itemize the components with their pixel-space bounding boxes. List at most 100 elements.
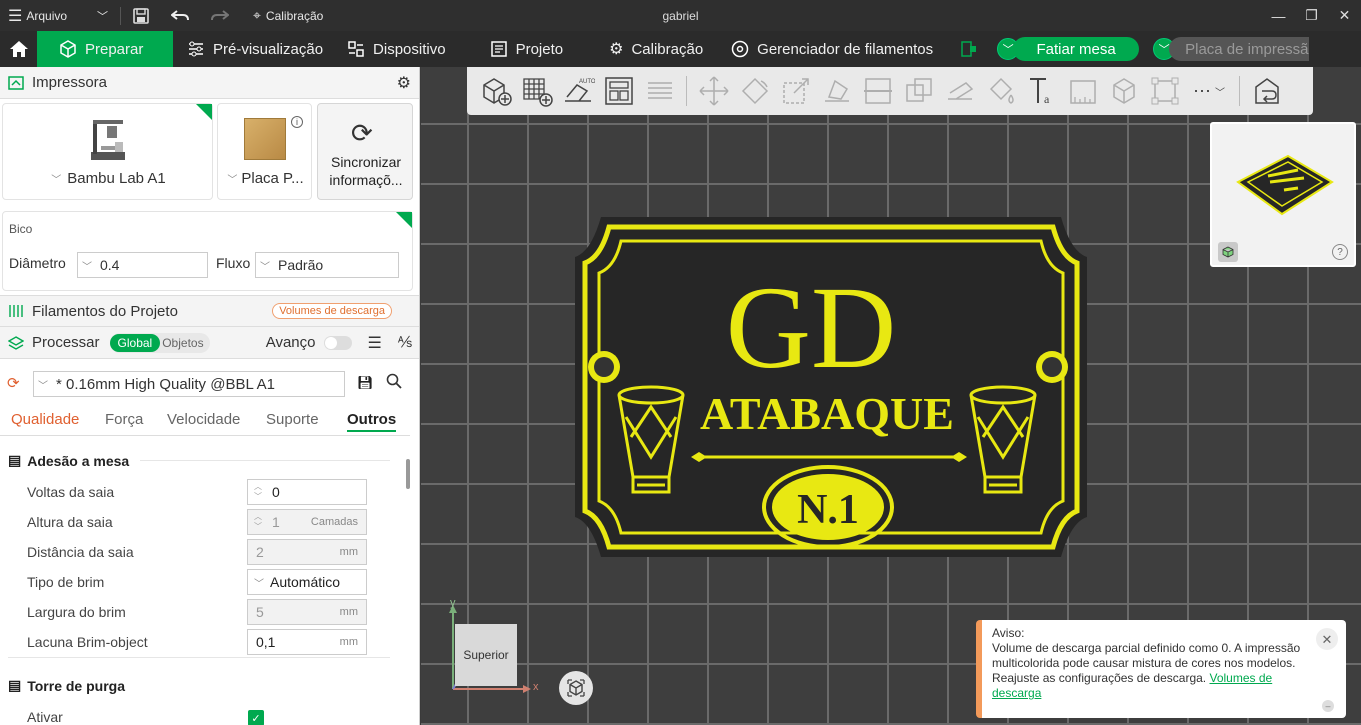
brim-width-input[interactable]: 5 mm [247, 599, 367, 625]
skirt-loops-input[interactable]: ︿ ﹀ 0 [247, 479, 367, 505]
toggle-objects[interactable]: Objetos [160, 334, 209, 352]
filament-spool-icon [731, 40, 749, 58]
tab-preview[interactable]: Pré-visualização [175, 31, 335, 67]
calibration-menu[interactable]: ⌖ Calibração [247, 0, 329, 31]
thumbnail-cube-icon[interactable] [1218, 242, 1238, 262]
project-icon [490, 41, 507, 57]
bounding-box-icon[interactable] [1144, 71, 1185, 111]
scrollbar[interactable] [406, 459, 410, 489]
calibration-label: Calibração [265, 8, 324, 23]
tab-device[interactable]: Dispositivo [335, 31, 458, 67]
assembly-icon[interactable] [1103, 71, 1144, 111]
spinner-icon[interactable]: ︿ ﹀ [248, 480, 268, 504]
boolean-icon[interactable] [898, 71, 939, 111]
filaments-section-header[interactable]: Filamentos do Projeto Volumes de descarg… [0, 295, 419, 327]
printer-select[interactable]: ﹀ Bambu Lab A1 [3, 170, 214, 187]
close-icon[interactable]: ✕ [1316, 628, 1338, 650]
plate-thumbnail[interactable]: ? [1210, 122, 1356, 267]
measure-icon[interactable] [1062, 71, 1103, 111]
print-plate-button[interactable]: Placa de impressão [1169, 37, 1310, 61]
enable-checkbox[interactable]: ✓ [248, 710, 264, 725]
color-paint-icon[interactable] [980, 71, 1021, 111]
model-text-gd: GD [726, 262, 896, 393]
flow-select[interactable]: ﹀ Padrão [255, 252, 399, 278]
advanced-switch[interactable] [323, 335, 352, 350]
redo-icon[interactable] [205, 0, 235, 31]
group-prime-tower-header: ▤ Torre de purga [8, 677, 125, 694]
skirt-distance-input[interactable]: 2 mm [247, 539, 367, 565]
add-plate-icon[interactable] [516, 71, 557, 111]
tab-support[interactable]: Suporte [266, 411, 319, 428]
tab-prepare[interactable]: Preparar [37, 31, 173, 67]
arrange-icon[interactable] [598, 71, 639, 111]
tab-others[interactable]: Outros [347, 411, 397, 432]
home-icon[interactable] [0, 31, 37, 67]
cut-icon[interactable] [857, 71, 898, 111]
lay-on-face-icon[interactable] [816, 71, 857, 111]
model-text-atabaque: ATABAQUE [700, 388, 954, 439]
move-icon[interactable] [693, 71, 734, 111]
printer-settings-gear-icon[interactable]: ⚙ [397, 73, 411, 93]
scale-icon[interactable] [775, 71, 816, 111]
diameter-select[interactable]: ﹀ 0.4 [77, 252, 208, 278]
printer-section-header[interactable]: Impressora ⚙ [0, 67, 419, 99]
device-icon [348, 41, 364, 57]
help-icon[interactable]: ? [1332, 244, 1348, 260]
tab-device-label: Dispositivo [373, 40, 446, 58]
printer-card[interactable]: ﹀ Bambu Lab A1 [2, 103, 213, 200]
view-cube[interactable]: Superior [455, 624, 517, 686]
warning-notification: Aviso: Volume de descarga parcial defini… [976, 620, 1346, 718]
spinner-icon[interactable]: ︿ ﹀ [248, 510, 268, 534]
tab-quality[interactable]: Qualidade [11, 411, 79, 428]
undo-icon[interactable] [165, 0, 195, 31]
tab-calibration[interactable]: ⚙ Calibração [597, 31, 715, 67]
flush-volumes-badge[interactable]: Volumes de descarga [272, 303, 392, 319]
toggle-global[interactable]: Global [109, 333, 161, 352]
file-menu[interactable]: ☰ Arquivo [0, 0, 73, 31]
toolbar-divider [686, 76, 687, 106]
compare-icon[interactable]: ⅍ [398, 334, 412, 351]
sync-info-button[interactable]: ⟳ Sincronizar informaçõ... [317, 103, 413, 200]
plate-card[interactable]: i ﹀ Placa P... [217, 103, 312, 200]
brim-type-select[interactable]: ﹀ Automático [247, 569, 367, 595]
rotate-icon[interactable] [734, 71, 775, 111]
close-icon[interactable]: ✕ [1328, 0, 1361, 31]
more-tools-icon[interactable]: ⋯ ﹀ [1185, 71, 1233, 111]
reset-view-icon[interactable] [559, 671, 593, 705]
add-object-icon[interactable] [475, 71, 516, 111]
tab-speed[interactable]: Velocidade [167, 411, 240, 428]
chevron-down-icon: ﹀ [51, 175, 62, 186]
slice-plate-button[interactable]: Fatiar mesa [1013, 37, 1140, 61]
info-icon[interactable]: i [291, 116, 303, 128]
printer-model-icon [91, 120, 125, 160]
refresh-icon[interactable]: ⟳ [7, 374, 20, 392]
object-toolbar: AUTO a ⋯ ﹀ [467, 67, 1313, 115]
model-plaque[interactable]: GD ATABAQUE N.1 [571, 217, 1091, 557]
list-icon[interactable]: ☰ [368, 333, 382, 353]
tab-project[interactable]: Projeto [478, 31, 576, 67]
save-icon[interactable] [127, 0, 155, 31]
skirt-loops-value: 0 [272, 484, 280, 500]
3d-viewport[interactable]: AUTO a ⋯ ﹀ GD ATABAQUE N.1 ? y x Superio… [421, 67, 1361, 725]
search-icon[interactable] [386, 373, 402, 392]
text-tool-icon[interactable]: a [1021, 71, 1062, 111]
tab-strength[interactable]: Força [105, 411, 143, 428]
split-layers-icon[interactable] [639, 71, 680, 111]
auto-orient-icon[interactable]: AUTO [557, 71, 598, 111]
file-menu-chevron-icon[interactable]: ﹀ [91, 0, 114, 31]
printer-icon [8, 75, 24, 90]
support-paint-icon[interactable] [939, 71, 980, 111]
layers-icon [8, 335, 24, 350]
multi-device-icon[interactable] [955, 31, 983, 67]
switch-view-icon[interactable] [1246, 71, 1287, 111]
save-profile-icon[interactable]: 💾︎ [357, 375, 374, 391]
minimize-icon[interactable]: — [1262, 0, 1295, 31]
process-profile-select[interactable]: ﹀ * 0.16mm High Quality @BBL A1 [33, 371, 345, 397]
restore-icon[interactable]: ❐ [1295, 0, 1328, 31]
brim-gap-input[interactable]: 0,1 mm [247, 629, 367, 655]
collapse-icon[interactable]: – [1322, 700, 1334, 712]
tab-filament-manager[interactable]: Gerenciador de filamentos [719, 31, 945, 67]
skirt-height-input[interactable]: ︿ ﹀ 1 Camadas [247, 509, 367, 535]
global-objects-toggle[interactable]: Global Objetos [109, 332, 210, 353]
plate-select[interactable]: ﹀ Placa P... [218, 170, 313, 187]
